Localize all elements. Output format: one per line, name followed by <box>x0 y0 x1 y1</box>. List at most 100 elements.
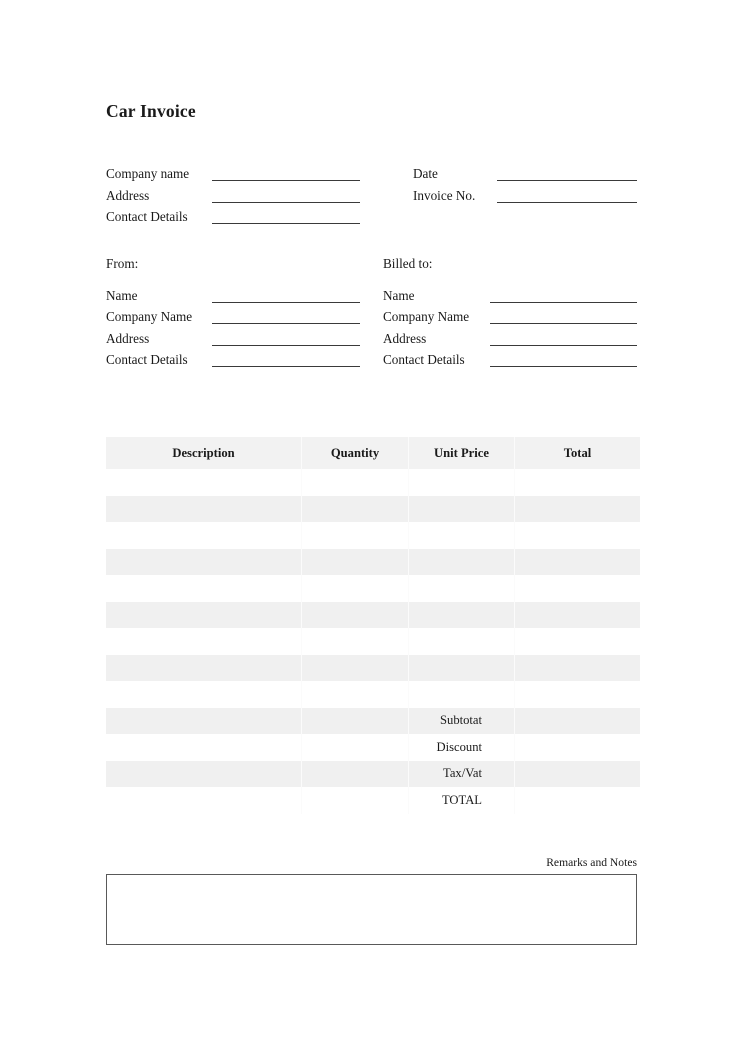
billed-to-field-name: Name <box>383 285 637 307</box>
table-row[interactable] <box>106 469 640 496</box>
date-input[interactable] <box>497 180 637 181</box>
from-field-contact-details: Contact Details <box>106 349 360 371</box>
field-invoice-no: Invoice No. <box>413 185 637 207</box>
summary-value-discount[interactable] <box>514 734 640 761</box>
company-name-input[interactable] <box>212 180 360 181</box>
cell-unit-price[interactable] <box>408 522 515 549</box>
cell-description[interactable] <box>106 522 302 549</box>
cell-quantity[interactable] <box>301 681 409 708</box>
summary-value-tax[interactable] <box>514 760 640 787</box>
cell-quantity[interactable] <box>301 628 409 655</box>
items-table-header: Description Quantity Unit Price Total <box>106 437 640 469</box>
from-heading: From: <box>106 256 139 271</box>
field-label: Contact Details <box>106 352 188 367</box>
cell-total[interactable] <box>514 522 640 549</box>
billed-to-address-input[interactable] <box>490 345 637 346</box>
cell-spacer <box>301 787 409 814</box>
cell-description[interactable] <box>106 654 302 681</box>
cell-total[interactable] <box>514 575 640 602</box>
summary-label-grand-total: TOTAL <box>408 787 515 814</box>
page-title: Car Invoice <box>106 101 196 121</box>
cell-description[interactable] <box>106 495 302 522</box>
cell-total[interactable] <box>514 495 640 522</box>
table-row[interactable] <box>106 495 640 522</box>
cell-description[interactable] <box>106 548 302 575</box>
summary-value-subtotal[interactable] <box>514 707 640 734</box>
field-label: Date <box>413 166 438 181</box>
summary-value-grand-total[interactable] <box>514 787 640 814</box>
field-label: Company Name <box>383 309 470 324</box>
cell-unit-price[interactable] <box>408 601 515 628</box>
column-header-total: Total <box>514 437 640 469</box>
cell-description[interactable] <box>106 469 302 496</box>
field-label: Address <box>106 188 150 203</box>
cell-total[interactable] <box>514 469 640 496</box>
cell-description[interactable] <box>106 628 302 655</box>
table-row[interactable] <box>106 654 640 681</box>
items-table-body: Subtotat Discount Tax/Vat TOTAL <box>106 469 640 814</box>
cell-spacer <box>106 707 302 734</box>
cell-total[interactable] <box>514 548 640 575</box>
field-label: Invoice No. <box>413 188 476 203</box>
cell-unit-price[interactable] <box>408 469 515 496</box>
column-header-description: Description <box>106 437 302 469</box>
cell-total[interactable] <box>514 628 640 655</box>
from-contact-details-input[interactable] <box>212 366 360 367</box>
cell-quantity[interactable] <box>301 469 409 496</box>
cell-spacer <box>106 760 302 787</box>
cell-description[interactable] <box>106 681 302 708</box>
billed-to-company-name-input[interactable] <box>490 323 637 324</box>
table-row[interactable] <box>106 575 640 602</box>
from-company-name-input[interactable] <box>212 323 360 324</box>
cell-unit-price[interactable] <box>408 681 515 708</box>
billed-to-field-company-name: Company Name <box>383 306 637 328</box>
table-row[interactable] <box>106 548 640 575</box>
field-label: Contact Details <box>383 352 465 367</box>
table-row[interactable] <box>106 522 640 549</box>
column-header-unit-price: Unit Price <box>408 437 515 469</box>
cell-unit-price[interactable] <box>408 628 515 655</box>
cell-unit-price[interactable] <box>408 548 515 575</box>
items-table: Description Quantity Unit Price Total Su… <box>106 437 640 814</box>
company-contact-details-input[interactable] <box>212 223 360 224</box>
cell-quantity[interactable] <box>301 548 409 575</box>
from-name-input[interactable] <box>212 302 360 303</box>
table-row[interactable] <box>106 681 640 708</box>
summary-row-tax: Tax/Vat <box>106 760 640 787</box>
cell-spacer <box>301 707 409 734</box>
cell-description[interactable] <box>106 575 302 602</box>
cell-unit-price[interactable] <box>408 495 515 522</box>
field-label: Company Name <box>106 309 193 324</box>
cell-description[interactable] <box>106 601 302 628</box>
from-field-name: Name <box>106 285 360 307</box>
cell-quantity[interactable] <box>301 654 409 681</box>
summary-label-subtotal: Subtotat <box>408 707 515 734</box>
cell-quantity[interactable] <box>301 575 409 602</box>
field-label: Address <box>106 331 150 346</box>
cell-total[interactable] <box>514 681 640 708</box>
billed-to-heading: Billed to: <box>383 256 433 271</box>
summary-row-discount: Discount <box>106 734 640 761</box>
cell-spacer <box>301 734 409 761</box>
cell-total[interactable] <box>514 601 640 628</box>
from-field-address: Address <box>106 328 360 350</box>
table-row[interactable] <box>106 601 640 628</box>
invoice-page: Car Invoice Company name Address Contact… <box>0 0 744 1052</box>
cell-unit-price[interactable] <box>408 575 515 602</box>
table-row[interactable] <box>106 628 640 655</box>
cell-quantity[interactable] <box>301 495 409 522</box>
summary-label-tax: Tax/Vat <box>408 760 515 787</box>
billed-to-contact-details-input[interactable] <box>490 366 637 367</box>
cell-quantity[interactable] <box>301 601 409 628</box>
remarks-input[interactable] <box>106 874 637 945</box>
company-address-input[interactable] <box>212 202 360 203</box>
billed-to-name-input[interactable] <box>490 302 637 303</box>
remarks-caption: Remarks and Notes <box>546 856 637 869</box>
cell-unit-price[interactable] <box>408 654 515 681</box>
cell-quantity[interactable] <box>301 522 409 549</box>
field-label: Address <box>383 331 427 346</box>
summary-row-subtotal: Subtotat <box>106 707 640 734</box>
from-address-input[interactable] <box>212 345 360 346</box>
cell-total[interactable] <box>514 654 640 681</box>
invoice-no-input[interactable] <box>497 202 637 203</box>
